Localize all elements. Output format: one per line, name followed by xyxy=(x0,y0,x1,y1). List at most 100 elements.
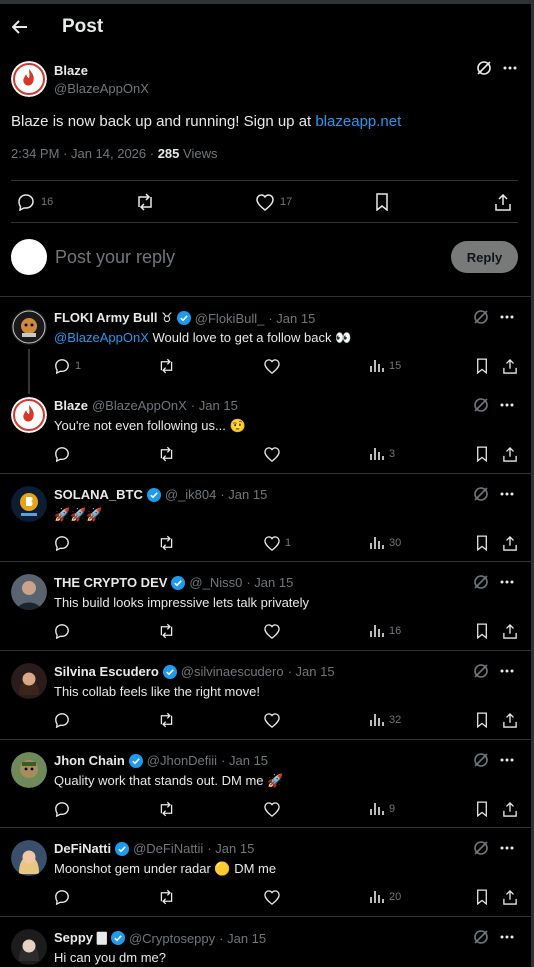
repost-action[interactable] xyxy=(158,357,175,375)
like-action[interactable] xyxy=(264,888,285,906)
reply-avatar[interactable] xyxy=(11,929,47,965)
reply-author-name[interactable]: Jhon Chain xyxy=(54,753,125,768)
bookmark-action[interactable] xyxy=(476,800,488,818)
reply-date[interactable]: · Jan 15 xyxy=(220,487,267,502)
share-action[interactable] xyxy=(503,800,517,818)
views-action[interactable]: 20 xyxy=(370,888,401,906)
share-action[interactable] xyxy=(495,193,511,211)
grok-icon[interactable] xyxy=(473,574,489,590)
reply-author-handle[interactable]: @DeFiNattii xyxy=(133,841,203,856)
reply-action[interactable] xyxy=(54,800,75,818)
reply-item[interactable]: DeFiNatti @DeFiNattii · Jan 15 Moonshot gem… xyxy=(0,828,531,916)
post-author-handle[interactable]: @BlazeAppOnX xyxy=(54,81,149,96)
grok-icon[interactable] xyxy=(473,663,489,679)
reply-author-name[interactable]: Blaze xyxy=(54,398,88,413)
reply-item[interactable]: SOLANA_BTC @_ik804 · Jan 15 🚀🚀🚀 1 30 xyxy=(0,474,531,562)
post-link[interactable]: blazeapp.net xyxy=(315,113,401,130)
repost-action[interactable] xyxy=(158,800,175,818)
bookmark-action[interactable] xyxy=(375,193,389,211)
reply-date[interactable]: · Jan 15 xyxy=(207,841,254,856)
reply-avatar[interactable] xyxy=(11,752,47,788)
reply-item[interactable]: Jhon Chain @JhonDefiii · Jan 15 Quality wor… xyxy=(0,740,531,828)
reply-item[interactable]: Silvina Escudero @silvinaescudero · Jan 15… xyxy=(0,651,531,739)
reply-item[interactable]: Seppy 🀫 @Cryptoseppy · Jan 15 Hi can you dm… xyxy=(0,917,531,967)
reply-author-handle[interactable]: @Cryptoseppy xyxy=(129,931,215,946)
like-action[interactable]: 1 xyxy=(264,534,291,552)
reply-item[interactable]: Blaze @BlazeAppOnX · Jan 15 You're not even… xyxy=(0,385,531,473)
repost-action[interactable] xyxy=(135,193,155,211)
reply-action[interactable] xyxy=(54,445,75,463)
more-options-icon[interactable] xyxy=(499,752,515,768)
reply-date[interactable]: · Jan 15 xyxy=(221,753,268,768)
repost-action[interactable] xyxy=(158,534,175,552)
share-action[interactable] xyxy=(503,711,517,729)
grok-icon[interactable] xyxy=(473,309,489,325)
reply-author-handle[interactable]: @silvinaescudero xyxy=(181,664,284,679)
like-action[interactable] xyxy=(264,711,285,729)
reply-date[interactable]: · Jan 15 xyxy=(219,931,266,946)
bookmark-action[interactable] xyxy=(476,534,488,552)
reply-date[interactable]: · Jan 15 xyxy=(268,311,315,326)
reply-author-name[interactable]: FLOKI Army Bull ♉ xyxy=(54,310,173,326)
reply-avatar[interactable] xyxy=(11,397,47,433)
more-options-icon[interactable] xyxy=(499,929,515,945)
reply-action[interactable]: 16 xyxy=(17,193,53,211)
reply-author-handle[interactable]: @_ik804 xyxy=(165,487,217,502)
grok-icon[interactable] xyxy=(473,752,489,768)
post-author-name[interactable]: Blaze xyxy=(54,63,149,78)
reply-button[interactable]: Reply xyxy=(451,241,518,273)
reply-avatar[interactable] xyxy=(11,574,47,610)
reply-author-name[interactable]: THE CRYPTO DEV xyxy=(54,575,167,590)
more-options-icon[interactable] xyxy=(499,309,515,325)
grok-icon[interactable] xyxy=(473,397,489,413)
reply-date[interactable]: · Jan 15 xyxy=(288,664,335,679)
reply-item[interactable]: THE CRYPTO DEV @_Niss0 · Jan 15 This build … xyxy=(0,562,531,650)
reply-author-handle[interactable]: @JhonDefiii xyxy=(147,753,217,768)
reply-author-handle[interactable]: @_Niss0 xyxy=(189,575,242,590)
blaze-avatar[interactable] xyxy=(11,61,47,97)
share-action[interactable] xyxy=(503,445,517,463)
reply-date[interactable]: · Jan 15 xyxy=(246,575,293,590)
reply-action[interactable] xyxy=(54,534,75,552)
reply-author-name[interactable]: Seppy 🀫 xyxy=(54,930,107,946)
grok-icon[interactable] xyxy=(476,60,492,76)
bookmark-action[interactable] xyxy=(476,622,488,640)
repost-action[interactable] xyxy=(158,711,175,729)
reply-date[interactable]: · Jan 15 xyxy=(191,398,238,413)
more-options-icon[interactable] xyxy=(502,60,518,76)
reply-mention[interactable]: @BlazeAppOnX xyxy=(54,330,149,345)
reply-action[interactable] xyxy=(54,888,75,906)
repost-action[interactable] xyxy=(158,445,175,463)
reply-author-name[interactable]: Silvina Escudero xyxy=(54,664,159,679)
grok-icon[interactable] xyxy=(473,840,489,856)
grok-icon[interactable] xyxy=(473,486,489,502)
views-action[interactable]: 9 xyxy=(370,800,395,818)
reply-action[interactable] xyxy=(54,622,75,640)
like-action[interactable] xyxy=(264,622,285,640)
reply-action[interactable]: 1 xyxy=(54,357,81,375)
views-action[interactable]: 32 xyxy=(370,711,401,729)
reply-author-handle[interactable]: @BlazeAppOnX xyxy=(92,398,187,413)
like-action[interactable] xyxy=(264,445,285,463)
repost-action[interactable] xyxy=(158,622,175,640)
reply-author-name[interactable]: SOLANA_BTC xyxy=(54,487,143,502)
more-options-icon[interactable] xyxy=(499,574,515,590)
reply-action[interactable] xyxy=(54,711,75,729)
reply-avatar[interactable] xyxy=(11,840,47,876)
reply-avatar[interactable] xyxy=(11,486,47,522)
more-options-icon[interactable] xyxy=(499,397,515,413)
like-action[interactable] xyxy=(264,800,285,818)
more-options-icon[interactable] xyxy=(499,486,515,502)
back-arrow-icon[interactable] xyxy=(10,17,30,37)
reply-avatar[interactable] xyxy=(11,309,47,345)
share-action[interactable] xyxy=(503,357,517,375)
share-action[interactable] xyxy=(503,534,517,552)
more-options-icon[interactable] xyxy=(499,663,515,679)
post-time[interactable]: 2:34 PM · Jan 14, 2026 · xyxy=(11,146,158,161)
grok-icon[interactable] xyxy=(473,929,489,945)
reply-author-name[interactable]: DeFiNatti xyxy=(54,841,111,856)
reply-item[interactable]: FLOKI Army Bull ♉ @FlokiBull_ · Jan 15 @Bla… xyxy=(0,297,531,394)
bookmark-action[interactable] xyxy=(476,445,488,463)
bookmark-action[interactable] xyxy=(476,711,488,729)
more-options-icon[interactable] xyxy=(499,840,515,856)
